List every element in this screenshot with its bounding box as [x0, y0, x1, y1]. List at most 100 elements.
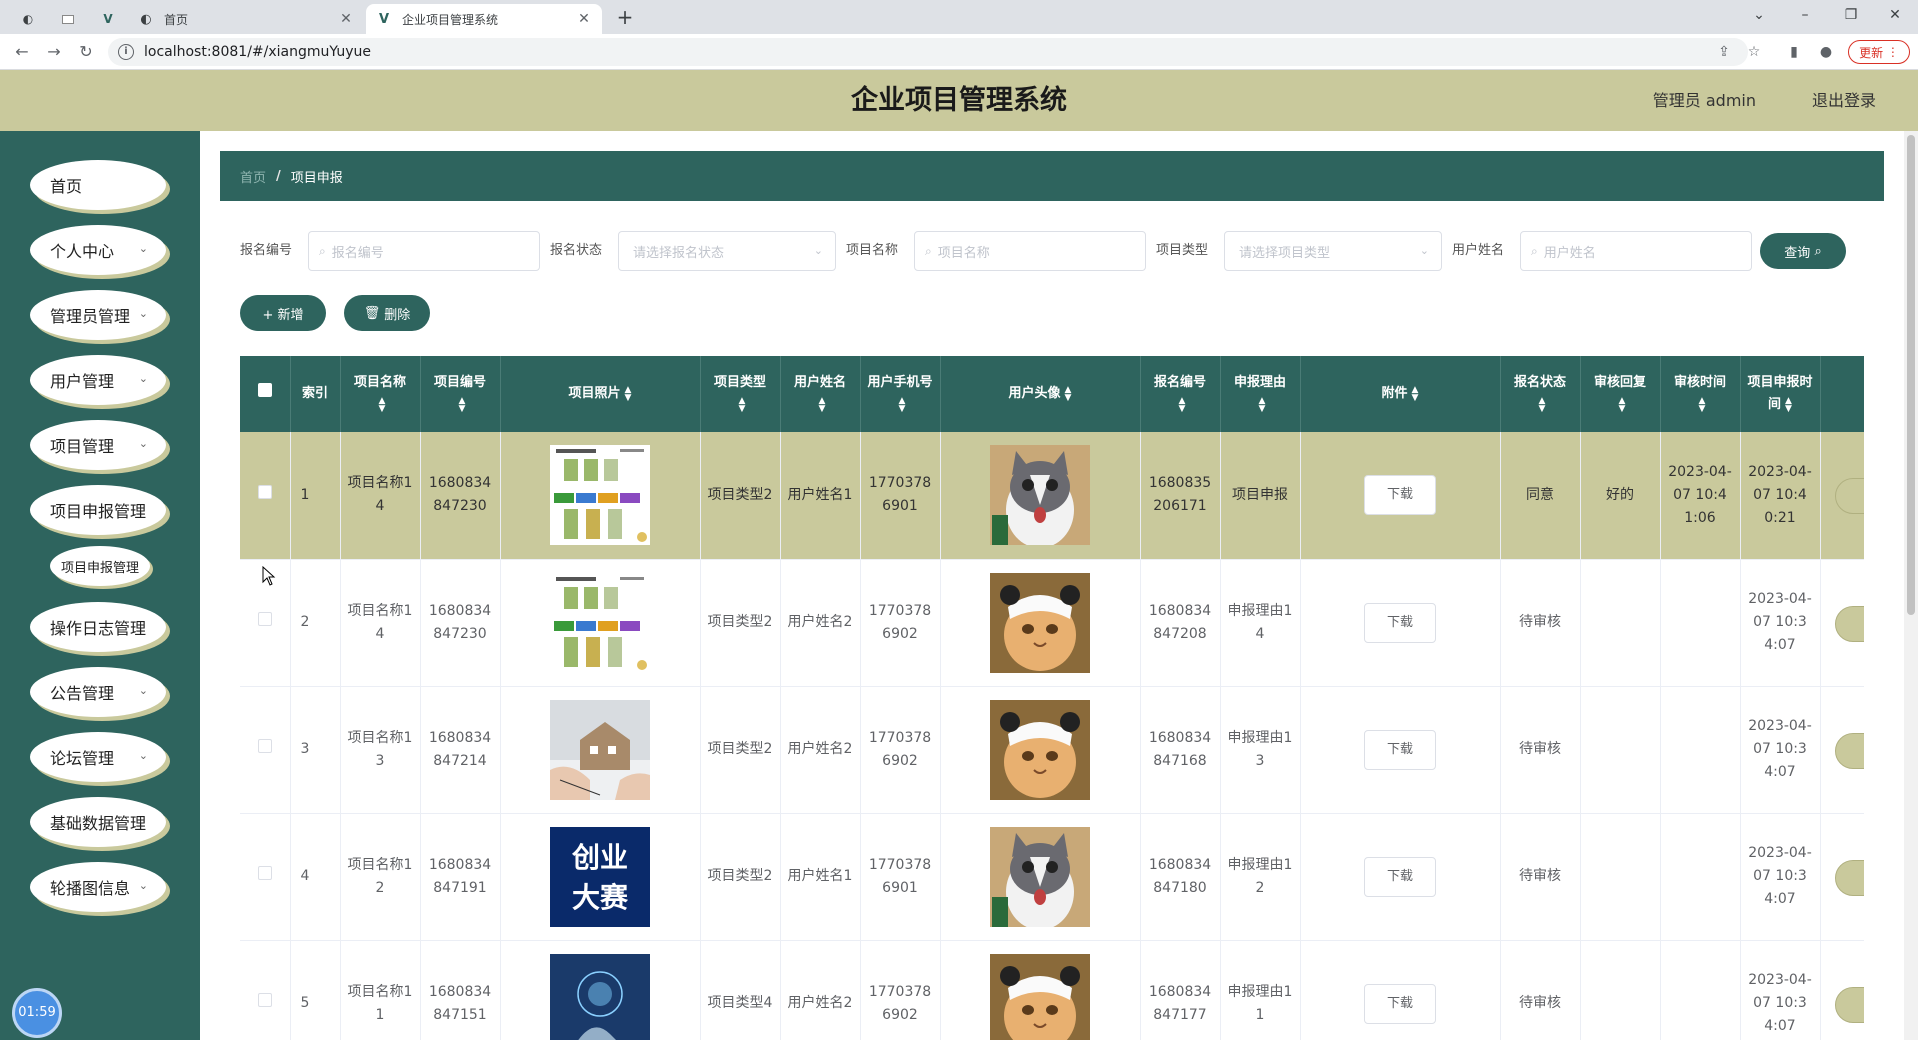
sidebar-item-profile[interactable]: 个人中心 ⌄ [30, 225, 166, 275]
edit-button[interactable] [1834, 732, 1864, 769]
col-header[interactable]: 审核回复 ▲ ▼ [1580, 356, 1661, 432]
row-select[interactable] [240, 940, 291, 1040]
update-button[interactable]: 更新 ⋮ [1848, 40, 1910, 64]
row-checkbox[interactable] [257, 866, 272, 880]
sidebar-item-carousel[interactable]: 轮播图信息 ⌄ [30, 862, 166, 912]
sidebar-item-applications[interactable]: 项目申报管理 [30, 485, 166, 535]
col-header[interactable]: 项目照片 ▲ ▼ [500, 356, 701, 432]
row-checkbox[interactable] [257, 612, 272, 626]
add-button[interactable]: + 新增 [240, 295, 326, 331]
select-all[interactable] [240, 356, 291, 432]
download-button[interactable]: 下载 [1364, 856, 1436, 897]
sort-icon[interactable]: ▲ ▼ [739, 396, 746, 413]
reload-icon[interactable]: ↻ [74, 40, 98, 64]
row-checkbox[interactable] [257, 993, 272, 1007]
sidebar-item-users[interactable]: 用户管理 ⌄ [30, 355, 166, 405]
pinned-tab[interactable]: V [88, 4, 128, 34]
sidebar-item-projects[interactable]: 项目管理 ⌄ [30, 420, 166, 470]
row-checkbox[interactable] [257, 739, 272, 753]
profile-icon[interactable]: ● [1816, 42, 1836, 62]
col-header[interactable]: 项目类型 ▲ ▼ [700, 356, 781, 432]
col-header[interactable]: 用户姓名 ▲ ▼ [780, 356, 861, 432]
sort-icon[interactable]: ▲ ▼ [379, 396, 386, 413]
table-row[interactable]: 1 项目名称14 1680834847230 项目类型2 用户姓名1 1770378690… [240, 432, 1864, 560]
status-select[interactable]: 请选择报名状态 ⌄ [618, 231, 836, 271]
download-button[interactable]: 下载 [1364, 983, 1436, 1024]
download-button[interactable]: 下载 [1364, 475, 1436, 516]
col-header[interactable]: 用户头像 ▲ ▼ [940, 356, 1141, 432]
col-header[interactable]: 项目编号 ▲ ▼ [420, 356, 501, 432]
row-checkbox[interactable] [257, 484, 272, 499]
edit-button[interactable] [1834, 478, 1864, 514]
browser-tab-active[interactable]: V 企业项目管理系统 ✕ [366, 4, 602, 34]
sort-icon[interactable]: ▲ ▼ [1619, 396, 1626, 413]
restore-icon[interactable]: ❐ [1828, 0, 1874, 30]
sidebar-item-oplog[interactable]: 操作日志管理 [30, 602, 166, 652]
forward-icon[interactable]: → [42, 40, 66, 64]
info-icon[interactable]: i [118, 44, 134, 60]
sort-icon[interactable]: ▲ ▼ [1699, 396, 1706, 413]
col-header[interactable]: 用户手机号▲ ▼ [860, 356, 941, 432]
sort-icon[interactable]: ▲ ▼ [1412, 385, 1419, 402]
sort-icon[interactable]: ▲ ▼ [1785, 396, 1792, 413]
page-scrollbar[interactable] [1904, 131, 1918, 1040]
sidebar-item-notices[interactable]: 公告管理 ⌄ [30, 667, 166, 717]
browser-tab-home[interactable]: ◐ 首页 ✕ [128, 4, 364, 34]
sort-icon[interactable]: ▲ ▼ [899, 396, 906, 413]
row-select[interactable] [240, 813, 291, 941]
edit-button[interactable] [1834, 859, 1864, 896]
download-button[interactable]: 下载 [1364, 602, 1436, 643]
table-row[interactable]: 5 项目名称11 1680834847151 项目类型4 用户姓名2 1770378690… [240, 940, 1864, 1040]
pinned-tab[interactable] [48, 4, 88, 34]
query-button[interactable]: 查询 ⌕ [1760, 233, 1846, 269]
scrollbar-thumb[interactable] [1907, 135, 1915, 615]
breadcrumb-home[interactable]: 首页 [240, 167, 266, 186]
edit-button[interactable] [1834, 605, 1864, 642]
minimize-icon[interactable]: – [1782, 0, 1828, 30]
close-window-icon[interactable]: ✕ [1872, 0, 1918, 30]
sidepanel-icon[interactable]: ▮ [1784, 42, 1804, 62]
sidebar-item-forum[interactable]: 论坛管理 ⌄ [30, 732, 166, 782]
table-row[interactable]: 4 项目名称12 1680834847191 创业 大赛 项目类型2 用户姓名1 177037… [240, 813, 1864, 941]
logout-link[interactable]: 退出登录 [1812, 70, 1876, 131]
table-row[interactable]: 2 项目名称14 1680834847230 项目类型2 用户姓名2 1770378690… [240, 559, 1864, 687]
select-all-checkbox[interactable] [257, 383, 272, 397]
submenu-item-applications[interactable]: 项目申报管理 [50, 546, 150, 586]
close-icon[interactable]: ✕ [576, 11, 592, 27]
close-icon[interactable]: ✕ [338, 11, 354, 27]
col-header[interactable]: 附件 ▲ ▼ [1300, 356, 1501, 432]
col-header[interactable]: 审核时间 ▲ ▼ [1660, 356, 1741, 432]
clock-widget[interactable]: 01:59 [12, 988, 62, 1038]
delete-button[interactable]: 🗑 删除 [344, 295, 430, 331]
download-button[interactable]: 下载 [1364, 729, 1436, 770]
sidebar-item-basedata[interactable]: 基础数据管理 [30, 797, 166, 847]
search-input-reg[interactable]: ⌕ 报名编号 [308, 231, 540, 271]
sort-icon[interactable]: ▲ ▼ [1065, 385, 1072, 402]
share-icon[interactable]: ⇪ [1714, 42, 1734, 62]
type-select[interactable]: 请选择项目类型 ⌄ [1224, 231, 1442, 271]
sidebar-item-admins[interactable]: 管理员管理 ⌄ [30, 290, 166, 340]
col-header[interactable]: 报名状态 ▲ ▼ [1500, 356, 1581, 432]
edit-button[interactable] [1834, 986, 1864, 1023]
sort-icon[interactable]: ▲ ▼ [1179, 396, 1186, 413]
sidebar-item-home[interactable]: 首页 [30, 160, 166, 210]
col-header[interactable]: 项目名称 ▲ ▼ [340, 356, 421, 432]
url-input[interactable]: i localhost:8081/#/xiangmuYuyue [108, 38, 1748, 66]
search-input-user[interactable]: ⌕ 用户姓名 [1520, 231, 1752, 271]
sort-icon[interactable]: ▲ ▼ [819, 396, 826, 413]
col-header[interactable]: 申报理由 ▲ ▼ [1220, 356, 1301, 432]
table-row[interactable]: 3 项目名称13 1680834847214 项目类型2 用户姓名2 1770378690… [240, 686, 1864, 814]
sort-icon[interactable]: ▲ ▼ [625, 385, 632, 402]
row-select[interactable] [240, 432, 291, 560]
tab-search-icon[interactable]: ⌄ [1736, 0, 1782, 30]
search-input-project[interactable]: ⌕ 项目名称 [914, 231, 1146, 271]
col-header[interactable]: 报名编号 ▲ ▼ [1140, 356, 1221, 432]
pinned-tab[interactable]: ◐ [8, 4, 48, 34]
star-icon[interactable]: ☆ [1744, 42, 1764, 62]
col-header[interactable]: 项目申报时间 ▲ ▼ [1740, 356, 1821, 432]
back-icon[interactable]: ← [10, 40, 34, 64]
sort-icon[interactable]: ▲ ▼ [1539, 396, 1546, 413]
new-tab-icon[interactable]: + [612, 6, 638, 30]
sort-icon[interactable]: ▲ ▼ [1259, 396, 1266, 413]
row-select[interactable] [240, 686, 291, 814]
